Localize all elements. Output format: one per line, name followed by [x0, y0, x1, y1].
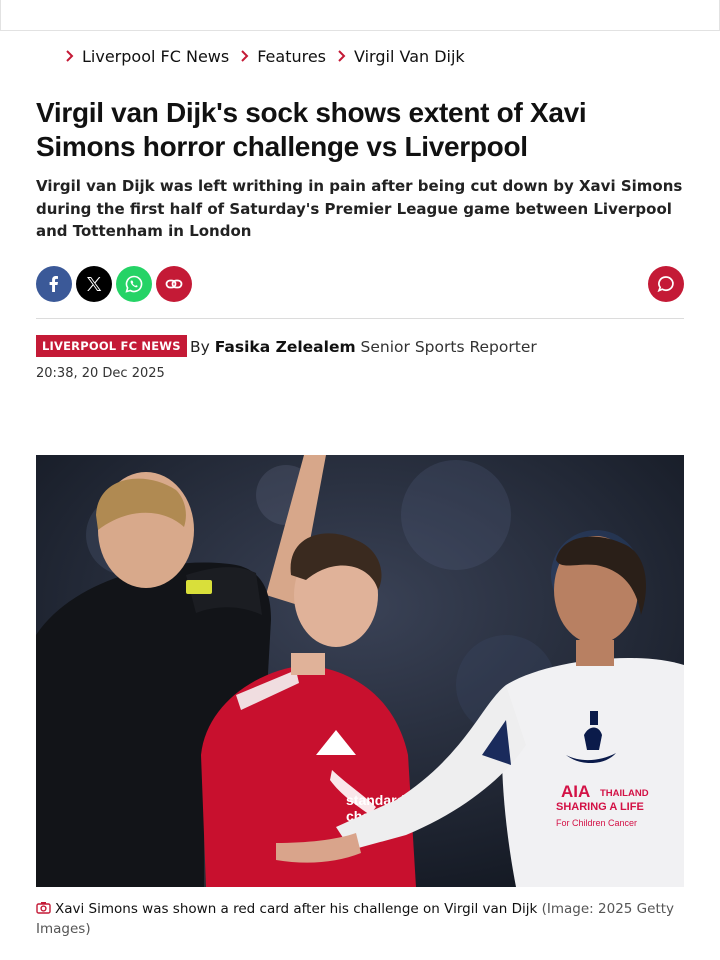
chevron-right-icon — [338, 50, 346, 62]
link-icon — [165, 279, 183, 289]
chevron-right-icon — [66, 50, 74, 62]
breadcrumb-label: Virgil Van Dijk — [354, 46, 465, 66]
byline-by: By — [190, 338, 210, 356]
camera-icon — [36, 902, 51, 914]
breadcrumb-item-liverpool-fc-news[interactable]: Liverpool FC News — [64, 47, 229, 66]
breadcrumb-item-virgil-van-dijk[interactable]: Virgil Van Dijk — [336, 47, 465, 66]
breadcrumb-label: Features — [257, 46, 327, 66]
chevron-right-icon — [241, 50, 249, 62]
article-headline: Virgil van Dijk's sock shows extent of X… — [36, 97, 587, 162]
author-role: Senior Sports Reporter — [360, 338, 537, 356]
publish-timestamp: 20:38, 20 Dec 2025 — [36, 366, 165, 381]
byline: By Fasika Zelealem Senior Sports Reporte… — [190, 336, 537, 358]
shirt-text-sharing: SHARING A LIFE — [556, 801, 644, 813]
copy-link-button[interactable] — [156, 266, 192, 302]
facebook-icon — [49, 276, 58, 292]
share-facebook-button[interactable] — [36, 266, 72, 302]
shirt-text-children: For Children Cancer — [556, 818, 637, 828]
top-bar — [0, 0, 720, 31]
comments-button[interactable] — [648, 266, 684, 302]
breadcrumb: Liverpool FC News Features Virgil Van Di… — [64, 44, 475, 68]
share-whatsapp-button[interactable] — [116, 266, 152, 302]
hero-image: standard chart AIA THAILAND SHARING A LI… — [36, 455, 684, 887]
shirt-text-aia: AIA — [561, 782, 590, 801]
article-standfirst: Virgil van Dijk was left writhing in pai… — [36, 177, 683, 240]
x-icon — [87, 277, 102, 291]
author-link[interactable]: Fasika Zelealem — [215, 338, 356, 356]
section-tag[interactable]: LIVERPOOL FC NEWS — [36, 335, 187, 357]
image-caption: Xavi Simons was shown a red card after h… — [36, 899, 684, 939]
breadcrumb-label: Liverpool FC News — [82, 46, 230, 66]
breadcrumb-item-features[interactable]: Features — [239, 47, 326, 66]
divider — [36, 318, 684, 319]
comment-icon — [657, 276, 674, 293]
whatsapp-icon — [125, 275, 143, 293]
share-x-button[interactable] — [76, 266, 112, 302]
shirt-text-thailand: THAILAND — [600, 788, 649, 799]
caption-text: Xavi Simons was shown a red card after h… — [55, 901, 538, 917]
